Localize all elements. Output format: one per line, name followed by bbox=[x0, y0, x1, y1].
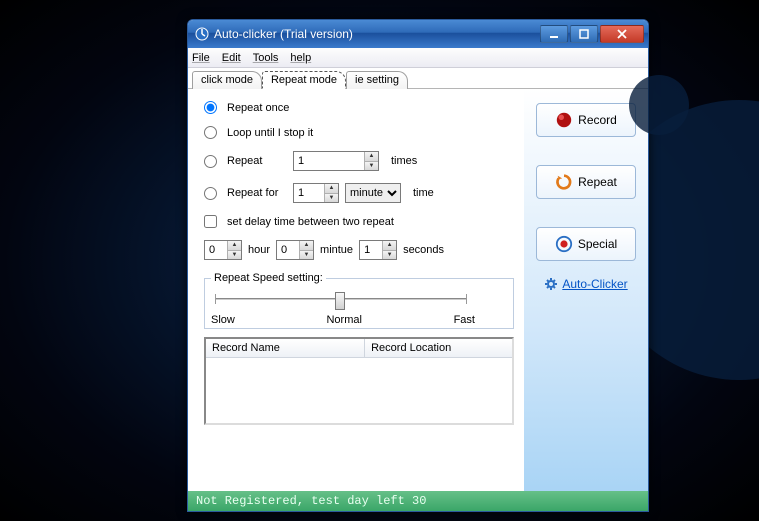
radio-repeat-for[interactable] bbox=[204, 187, 217, 200]
window-title: Auto-clicker (Trial version) bbox=[214, 27, 540, 41]
label-repeat-for: Repeat for bbox=[227, 187, 287, 199]
repeat-button-label: Repeat bbox=[578, 175, 617, 189]
delay-second-stepper[interactable]: ▲▼ bbox=[359, 240, 397, 260]
radio-repeat-once[interactable] bbox=[204, 101, 217, 114]
tab-bar: click mode Repeat mode ie setting bbox=[188, 68, 648, 89]
special-button-label: Special bbox=[578, 237, 617, 251]
records-table[interactable]: Record Name Record Location bbox=[204, 337, 514, 425]
chevron-down-icon[interactable]: ▼ bbox=[325, 194, 338, 203]
radio-loop-until-stop[interactable] bbox=[204, 126, 217, 139]
menu-edit[interactable]: Edit bbox=[222, 52, 241, 64]
minimize-button[interactable] bbox=[540, 25, 568, 43]
delay-second-input[interactable] bbox=[360, 241, 382, 259]
chevron-up-icon[interactable]: ▲ bbox=[365, 152, 378, 162]
label-loop-until-stop: Loop until I stop it bbox=[227, 127, 313, 139]
auto-clicker-link[interactable]: Auto-Clicker bbox=[544, 277, 627, 291]
repeat-count-input[interactable] bbox=[294, 152, 364, 170]
chevron-down-icon[interactable]: ▼ bbox=[383, 251, 396, 260]
delay-hour-stepper[interactable]: ▲▼ bbox=[204, 240, 242, 260]
maximize-button[interactable] bbox=[570, 25, 598, 43]
special-icon bbox=[555, 235, 573, 253]
repeat-button[interactable]: Repeat bbox=[536, 165, 636, 199]
chevron-up-icon[interactable]: ▲ bbox=[228, 241, 241, 251]
speed-label-normal: Normal bbox=[326, 314, 361, 326]
delay-minute-input[interactable] bbox=[277, 241, 299, 259]
special-button[interactable]: Special bbox=[536, 227, 636, 261]
app-window: Auto-clicker (Trial version) File Edit T… bbox=[187, 19, 649, 512]
menu-tools[interactable]: Tools bbox=[253, 52, 279, 64]
label-minute: mintue bbox=[320, 244, 353, 256]
speed-fieldset: Repeat Speed setting: Slow Normal Fast bbox=[204, 272, 514, 329]
label-repeat: Repeat bbox=[227, 155, 287, 167]
label-repeat-unit: times bbox=[391, 155, 417, 167]
label-hour: hour bbox=[248, 244, 270, 256]
close-button[interactable] bbox=[600, 25, 644, 43]
label-repeat-once: Repeat once bbox=[227, 102, 289, 114]
label-repeat-for-suffix: time bbox=[413, 187, 434, 199]
chevron-up-icon[interactable]: ▲ bbox=[300, 241, 313, 251]
label-set-delay: set delay time between two repeat bbox=[227, 216, 394, 228]
speed-label-fast: Fast bbox=[454, 314, 475, 326]
repeat-for-stepper[interactable]: ▲▼ bbox=[293, 183, 339, 203]
chevron-down-icon[interactable]: ▼ bbox=[300, 251, 313, 260]
tab-click-mode[interactable]: click mode bbox=[192, 71, 262, 89]
statusbar: Not Registered, test day left 30 bbox=[188, 491, 648, 511]
checkbox-set-delay[interactable] bbox=[204, 215, 217, 228]
speed-legend: Repeat Speed setting: bbox=[211, 272, 326, 284]
column-record-name[interactable]: Record Name bbox=[206, 339, 365, 357]
delay-minute-stepper[interactable]: ▲▼ bbox=[276, 240, 314, 260]
speed-label-slow: Slow bbox=[211, 314, 235, 326]
record-icon bbox=[555, 111, 573, 129]
status-text: Not Registered, test day left 30 bbox=[196, 494, 426, 508]
main-panel: Repeat once Loop until I stop it Repeat … bbox=[188, 89, 524, 491]
slider-thumb[interactable] bbox=[335, 292, 345, 310]
speed-slider[interactable] bbox=[211, 290, 471, 312]
menu-help[interactable]: help bbox=[290, 52, 311, 64]
record-button[interactable]: Record bbox=[536, 103, 636, 137]
side-panel: Record Repeat Special Auto-Clicker bbox=[524, 89, 648, 491]
titlebar[interactable]: Auto-clicker (Trial version) bbox=[188, 20, 648, 48]
menu-file[interactable]: File bbox=[192, 52, 210, 64]
menubar: File Edit Tools help bbox=[188, 48, 648, 68]
label-seconds: seconds bbox=[403, 244, 444, 256]
radio-repeat[interactable] bbox=[204, 155, 217, 168]
chevron-up-icon[interactable]: ▲ bbox=[325, 184, 338, 194]
repeat-count-stepper[interactable]: ▲▼ bbox=[293, 151, 379, 171]
gear-icon bbox=[544, 277, 558, 291]
chevron-down-icon[interactable]: ▼ bbox=[228, 251, 241, 260]
repeat-icon bbox=[555, 173, 573, 191]
record-button-label: Record bbox=[578, 113, 617, 127]
auto-clicker-link-label: Auto-Clicker bbox=[562, 277, 627, 291]
chevron-down-icon[interactable]: ▼ bbox=[365, 162, 378, 171]
chevron-up-icon[interactable]: ▲ bbox=[383, 241, 396, 251]
column-record-location[interactable]: Record Location bbox=[365, 339, 512, 357]
tab-ie-setting[interactable]: ie setting bbox=[346, 71, 408, 89]
tab-repeat-mode[interactable]: Repeat mode bbox=[262, 71, 346, 89]
repeat-for-unit-select[interactable]: minute bbox=[345, 183, 401, 203]
app-icon bbox=[194, 26, 210, 42]
delay-hour-input[interactable] bbox=[205, 241, 227, 259]
repeat-for-input[interactable] bbox=[294, 184, 324, 202]
